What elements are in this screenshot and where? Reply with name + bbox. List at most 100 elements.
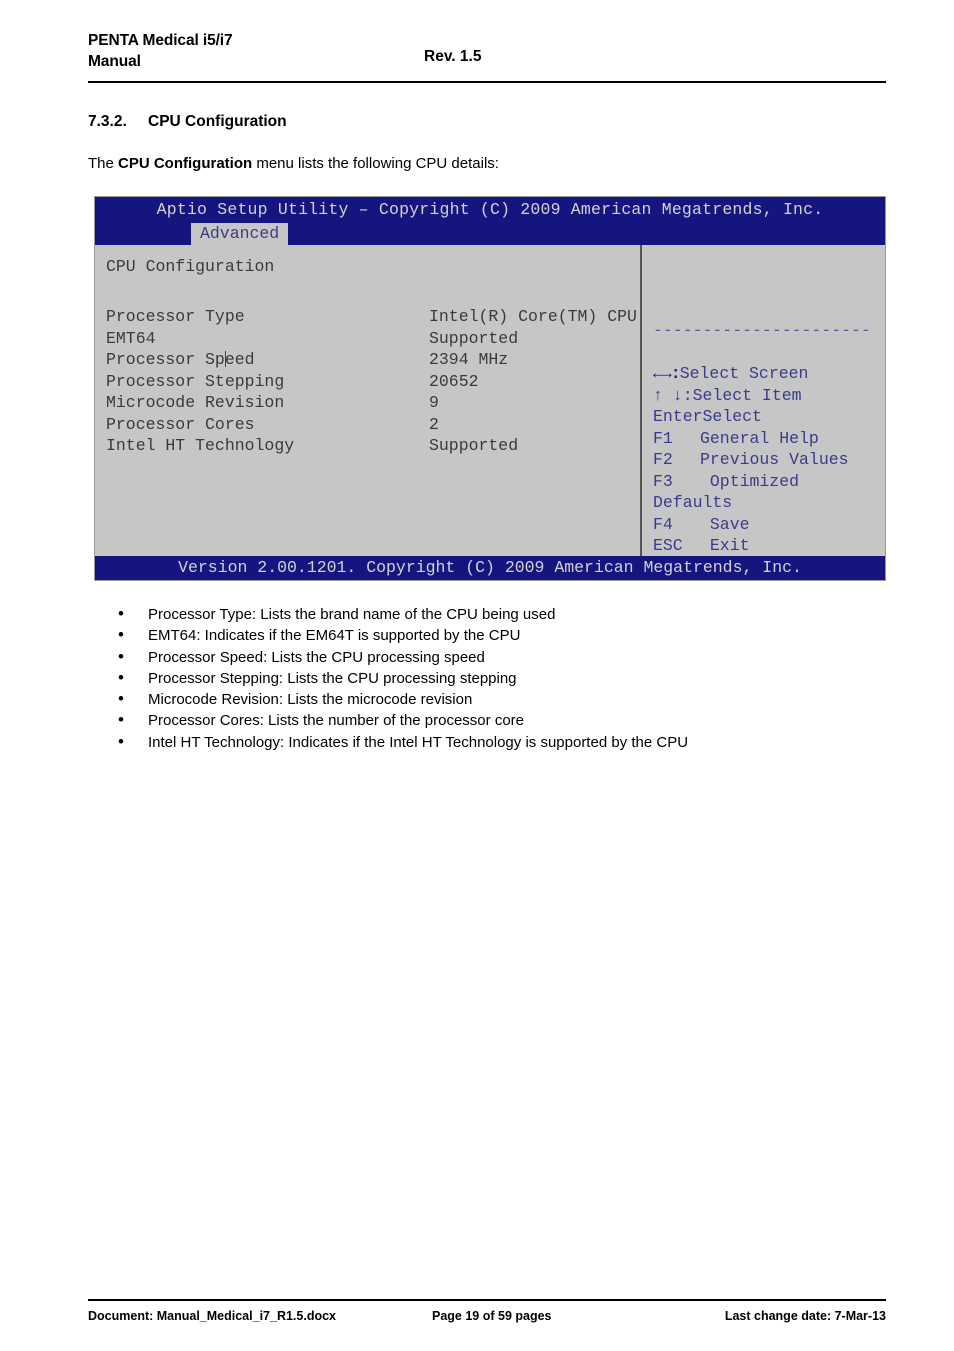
bullet-icon: •	[118, 646, 124, 666]
row-value: Supported	[429, 328, 519, 348]
cpu-detail-bullet-list: • Processor Type: Lists the brand name o…	[118, 604, 878, 753]
row-value: 2	[429, 414, 439, 434]
footer-page-number: Page 19 of 59 pages	[432, 1309, 552, 1323]
help-line-enter: EnterSelect	[653, 407, 885, 429]
help-key: F1	[653, 428, 673, 448]
footer-last-change: Last change date: 7-Mar-13	[724, 1309, 886, 1323]
bios-screenshot: Aptio Setup Utility – Copyright (C) 2009…	[94, 196, 886, 581]
help-desc: Optimized	[700, 471, 800, 491]
help-desc: Select Item	[692, 385, 802, 405]
table-row[interactable]: Processor Stepping 20652	[106, 372, 636, 394]
bios-settings-panel: CPU Configuration Processor Type Intel(R…	[95, 245, 640, 558]
help-line-f1: F1 General Help	[653, 428, 885, 451]
list-item: • EMT64: Indicates if the EM64T is suppo…	[118, 625, 878, 646]
header-title-line1: PENTA Medical i5/i7	[88, 32, 233, 49]
bios-title-bar: Aptio Setup Utility – Copyright (C) 2009…	[95, 197, 885, 223]
text-cursor	[225, 351, 226, 367]
list-item-text: Processor Speed: Lists the CPU processin…	[148, 648, 485, 666]
bullet-icon: •	[118, 667, 124, 687]
help-desc: Select Screen	[679, 364, 809, 383]
table-row[interactable]: Processor Speed 2394 MHz	[106, 350, 636, 372]
list-item-text: Processor Cores: Lists the number of the…	[148, 712, 524, 730]
left-right-arrow-icon: ←→:	[653, 364, 681, 383]
list-item: • Processor Cores: Lists the number of t…	[118, 710, 878, 731]
bios-version-text: Version 2.00.1201. Copyright (C) 2009 Am…	[178, 558, 802, 577]
help-desc: Exit	[700, 536, 750, 555]
tab-advanced[interactable]: Advanced	[191, 223, 289, 245]
help-key: Defaults	[653, 493, 733, 512]
help-separator: ----------------------	[653, 321, 871, 340]
document-footer: Document: Manual_Medical_i7_R1.5.docx Pa…	[88, 1309, 886, 1329]
list-item: • Processor Stepping: Lists the CPU proc…	[118, 668, 878, 689]
row-label: Processor Cores	[106, 414, 255, 434]
bullet-icon: •	[118, 731, 124, 751]
document-page: PENTA Medical i5/i7 Manual Rev. 1.5 7.3.…	[0, 0, 954, 1351]
cpu-detail-rows: Processor Type Intel(R) Core(TM) CPU EMT…	[106, 307, 637, 458]
footer-divider	[88, 1299, 886, 1301]
list-item: • Processor Speed: Lists the CPU process…	[118, 647, 878, 668]
help-key-list: ←→:Select Screen ↑ ↓:Select Item EnterSe…	[653, 364, 885, 558]
help-line-f3: F3 Optimized	[653, 471, 885, 494]
row-label: Microcode Revision	[106, 393, 285, 412]
document-header: PENTA Medical i5/i7 Manual Rev. 1.5	[88, 30, 886, 82]
intro-suffix: menu lists the following CPU details:	[252, 155, 499, 172]
section-number: 7.3.2.	[88, 113, 127, 130]
table-row[interactable]: Processor Cores 2	[106, 415, 636, 437]
row-label: Processor Type	[106, 307, 245, 326]
help-key: ESC	[653, 536, 683, 555]
bios-tab-row: Advanced	[95, 223, 885, 245]
help-desc: Previous Values	[700, 450, 849, 469]
row-value: Supported	[429, 436, 519, 455]
section-heading: 7.3.2. CPU Configuration	[88, 113, 287, 131]
row-value: Intel(R) Core(TM) CPU	[429, 307, 637, 326]
row-label: Intel HT Technology	[106, 436, 295, 455]
row-label: Processor Stepping	[106, 371, 285, 391]
footer-document-name: Document: Manual_Medical_i7_R1.5.docx	[88, 1309, 336, 1323]
list-item: • Intel HT Technology: Indicates if the …	[118, 732, 878, 753]
row-label: Processor Speed	[106, 350, 255, 369]
help-line-select-screen: ←→:Select Screen	[653, 364, 885, 386]
header-title-line2: Manual	[88, 53, 141, 70]
bullet-icon: •	[118, 689, 124, 709]
help-desc: Select	[702, 407, 762, 426]
bios-help-panel: ---------------------- ←→:Select Screen …	[642, 245, 885, 558]
help-key: Enter	[653, 407, 703, 426]
list-item: • Microcode Revision: Lists the microcod…	[118, 689, 878, 710]
intro-bold-term: CPU Configuration	[118, 155, 253, 172]
help-line-defaults: Defaults	[653, 493, 885, 515]
table-row[interactable]: Processor Type Intel(R) Core(TM) CPU	[106, 307, 637, 329]
row-value: 20652	[429, 371, 479, 391]
header-revision: Rev. 1.5	[424, 48, 482, 65]
list-item-text: Processor Type: Lists the brand name of …	[148, 606, 556, 623]
list-item-text: Processor Stepping: Lists the CPU proces…	[148, 669, 517, 687]
intro-prefix: The	[88, 155, 119, 172]
table-row[interactable]: Microcode Revision 9	[106, 393, 636, 415]
section-title: CPU Configuration	[148, 113, 287, 130]
help-desc: Save	[700, 514, 750, 534]
list-item-text: Intel HT Technology: Indicates if the In…	[148, 733, 689, 751]
up-down-arrow-icon: ↑ ↓:	[653, 385, 693, 405]
row-value: 2394 MHz	[429, 350, 509, 369]
list-item-text: Microcode Revision: Lists the microcode …	[148, 691, 473, 709]
help-line-esc: ESC Exit	[653, 536, 885, 558]
table-row[interactable]: Intel HT Technology Supported	[106, 436, 636, 458]
list-item-text: EMT64: Indicates if the EM64T is support…	[148, 627, 521, 645]
bios-body: CPU Configuration Processor Type Intel(R…	[95, 245, 885, 558]
bullet-icon: •	[118, 604, 124, 623]
header-divider	[88, 81, 886, 83]
table-row[interactable]: EMT64 Supported	[106, 329, 636, 351]
bullet-icon: •	[118, 710, 124, 730]
bios-version-bar: Version 2.00.1201. Copyright (C) 2009 Am…	[95, 556, 885, 580]
help-line-f2: F2 Previous Values	[653, 450, 885, 472]
help-line-f4: F4 Save	[653, 514, 885, 537]
help-line-select-item: ↑ ↓:Select Item	[653, 385, 885, 408]
help-key: F3	[653, 471, 673, 491]
bullet-icon: •	[118, 625, 124, 645]
list-item: • Processor Type: Lists the brand name o…	[118, 604, 878, 625]
help-key: F4	[653, 514, 673, 534]
cpu-configuration-title: CPU Configuration	[106, 257, 275, 276]
row-label: EMT64	[106, 328, 156, 348]
header-product-title: PENTA Medical i5/i7 Manual	[88, 30, 233, 72]
help-key: F2	[653, 450, 673, 469]
help-desc: General Help	[700, 428, 819, 448]
